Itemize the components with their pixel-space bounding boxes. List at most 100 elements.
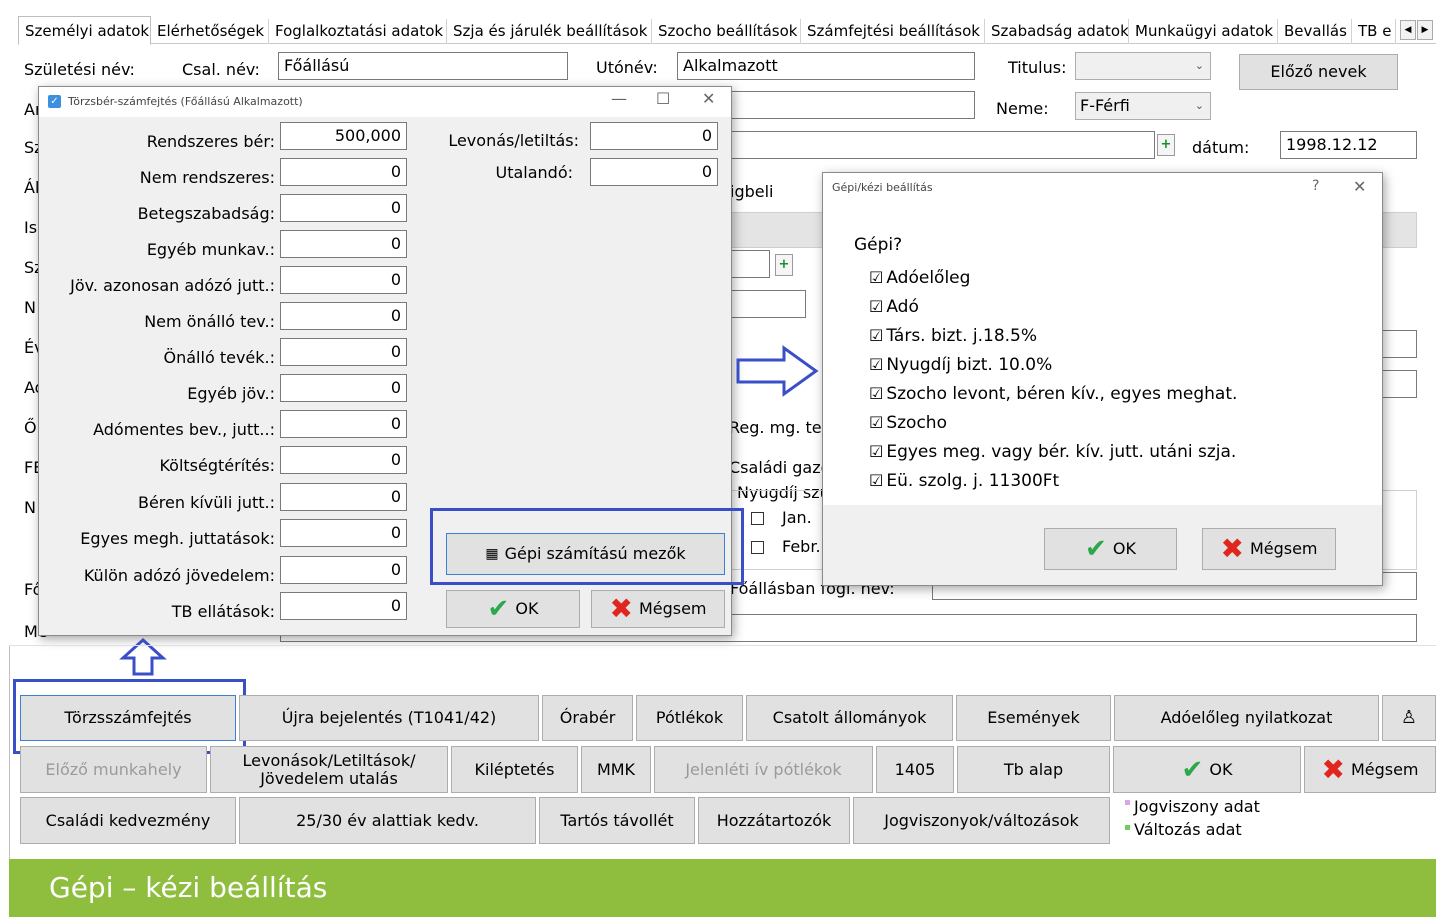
checkbox-checked-icon[interactable]: ☑ <box>869 297 883 316</box>
tab-scroll-right-icon[interactable]: ▶ <box>1417 20 1433 40</box>
gepi-checkbox-item[interactable]: ☑ Nyugdíj bizt. 10.0% <box>869 355 1052 375</box>
torzsber-row-input[interactable]: 0 <box>280 556 407 584</box>
torzsber-row-input[interactable]: 0 <box>280 230 407 258</box>
checkbox-checked-icon[interactable]: ☑ <box>869 268 883 287</box>
torzsber-row-input[interactable]: 0 <box>280 158 407 186</box>
tab-munkaugyi[interactable]: Munkaügyi adatok <box>1129 19 1278 44</box>
csaladi-kedvezmeny-button[interactable]: Családi kedvezmény <box>20 797 236 844</box>
tab-elerhetosegek[interactable]: Elérhetőségek <box>151 19 269 44</box>
jelenleti-iv-potlekok-button[interactable]: Jelenléti ív pótlékok <box>654 746 873 793</box>
datum-input[interactable]: 1998.12.12 <box>1280 131 1417 159</box>
torzsber-row-input[interactable]: 500,000 <box>280 122 407 150</box>
checkbox-checked-icon[interactable]: ☑ <box>869 442 883 461</box>
tab-szemelyi-adatok[interactable]: Személyi adatok <box>18 16 151 45</box>
add-plus-icon[interactable]: + <box>1157 134 1175 156</box>
background-input-row6[interactable] <box>730 290 806 318</box>
close-icon[interactable]: ✕ <box>1353 177 1366 196</box>
checkbox-checked-icon[interactable]: ☑ <box>869 326 883 345</box>
levonas-input[interactable]: 0 <box>590 122 718 150</box>
oraber-button[interactable]: Órabér <box>542 695 633 741</box>
torzsber-row-input[interactable]: 0 <box>280 519 407 547</box>
tartos-tavollet-button[interactable]: Tartós távollét <box>539 797 695 844</box>
background-input-right2[interactable] <box>1380 370 1417 398</box>
torzsber-row-input[interactable]: 0 <box>280 266 407 294</box>
gepi-checkbox-item[interactable]: ☑ Adó <box>869 297 919 317</box>
tab-foglalkoztatasi-adatok[interactable]: Foglalkoztatási adatok <box>269 19 447 44</box>
background-input-row3[interactable] <box>730 131 1155 159</box>
gepi-ok-button[interactable]: ✔ OK <box>1044 528 1177 570</box>
utalando-input[interactable]: 0 <box>590 158 718 186</box>
tab-tb[interactable]: TB e <box>1352 19 1396 44</box>
torzsber-row-input[interactable]: 0 <box>280 592 407 620</box>
gepi-checkbox-label: Nyugdíj bizt. 10.0% <box>886 355 1053 375</box>
jan-checkbox[interactable] <box>751 512 764 525</box>
25-30-ev-alattiak-button[interactable]: 25/30 év alattiak kedv. <box>239 797 536 844</box>
left-border-line <box>9 645 10 859</box>
hozzatartozok-button[interactable]: Hozzátartozók <box>698 797 850 844</box>
esemenyek-button[interactable]: Események <box>956 695 1111 741</box>
checkbox-checked-icon[interactable]: ☑ <box>869 413 883 432</box>
torzsber-megsem-button[interactable]: ✖ Mégsem <box>591 590 725 628</box>
gepi-checkbox-item[interactable]: ☑ Adóelőleg <box>869 268 970 288</box>
background-small-input[interactable] <box>730 250 770 278</box>
csal-nev-input[interactable]: Főállású <box>278 52 568 80</box>
person-icon[interactable]: ♙ <box>1382 695 1436 741</box>
torzsszamfejtes-button[interactable]: Törzsszámfejtés <box>20 695 236 741</box>
help-icon[interactable]: ? <box>1312 178 1319 194</box>
gepi-checkbox-item[interactable]: ☑ Társ. bizt. j.18.5% <box>869 326 1037 346</box>
background-input-right1[interactable] <box>1380 330 1417 358</box>
torzsber-row-input[interactable]: 0 <box>280 410 407 438</box>
tab-szabadsag[interactable]: Szabadság adatok <box>985 19 1129 44</box>
gepi-checkbox-item[interactable]: ☑ Egyes meg. vagy bér. kív. jutt. utáni s… <box>869 442 1236 462</box>
utonev-input[interactable]: Alkalmazott <box>677 52 975 80</box>
maximize-icon[interactable]: ☐ <box>656 89 670 108</box>
torzsber-row-input[interactable]: 0 <box>280 194 407 222</box>
gepi-checkbox-item[interactable]: ☑ Eü. szolg. j. 11300Ft <box>869 471 1059 491</box>
tab-scroll-left-icon[interactable]: ◀ <box>1400 20 1416 40</box>
torzsber-row-input[interactable]: 0 <box>280 338 407 366</box>
main-ok-button[interactable]: ✔ OK <box>1113 746 1301 793</box>
torzsber-row-input[interactable]: 0 <box>280 302 407 330</box>
gepi-megsem-button[interactable]: ✖ Mégsem <box>1202 528 1336 570</box>
potlekok-button[interactable]: Pótlékok <box>636 695 743 741</box>
side-letter: Ő <box>24 418 37 437</box>
torzsber-row-input[interactable]: 0 <box>280 374 407 402</box>
tab-szja-jarulek[interactable]: Szja és járulék beállítások <box>447 19 652 44</box>
gepi-checkbox-item[interactable]: ☑ Szocho levont, béren kív., egyes meghat… <box>869 384 1237 404</box>
torzsber-row-input[interactable]: 0 <box>280 483 407 511</box>
gepi-titlebar: Gépi/kézi beállítás ? ✕ <box>823 173 1382 203</box>
checkbox-checked-icon[interactable]: ☑ <box>869 355 883 374</box>
elozo-munkahely-button[interactable]: Előző munkahely <box>20 746 207 793</box>
torzsber-row-input[interactable]: 0 <box>280 446 407 474</box>
adoeloleg-nyilatkozat-button[interactable]: Adóelőleg nyilatkozat <box>1114 695 1379 741</box>
tab-szamfejtesi[interactable]: Számfejtési beállítások <box>801 19 985 44</box>
neme-select[interactable]: F-Férfi ⌄ <box>1075 92 1211 120</box>
torzsber-title: Törzsbér-számfejtés (Főállású Alkalmazot… <box>68 95 303 108</box>
csatolt-allomanyok-button[interactable]: Csatolt állományok <box>746 695 953 741</box>
elozo-nevek-button[interactable]: Előző nevek <box>1239 54 1398 90</box>
jogviszonyok-valtozasok-button[interactable]: Jogviszonyok/változások <box>853 797 1110 844</box>
tab-szocho[interactable]: Szocho beállítások <box>652 19 801 44</box>
ujra-bejelentes-button[interactable]: Újra bejelentés (T1041/42) <box>239 695 539 741</box>
torzsber-ok-button[interactable]: ✔ OK <box>446 590 580 628</box>
main-megsem-button[interactable]: ✖ Mégsem <box>1304 746 1436 793</box>
datum-label: dátum: <box>1192 138 1250 157</box>
kileptetes-button[interactable]: Kiléptetés <box>451 746 578 793</box>
titulus-select[interactable]: ⌄ <box>1075 52 1211 80</box>
febr-checkbox[interactable] <box>751 541 764 554</box>
background-input-row2[interactable] <box>730 91 975 119</box>
close-icon[interactable]: ✕ <box>702 89 715 108</box>
checkbox-checked-icon[interactable]: ☑ <box>869 384 883 403</box>
gepi-checkbox-item[interactable]: ☑ Szocho <box>869 413 947 433</box>
levonasok-button[interactable]: Levonások/Letiltások/ Jövedelem utalás <box>210 746 448 793</box>
gepi-heading: Gépi? <box>854 235 903 255</box>
csal-nev-label: Csal. név: <box>182 60 260 79</box>
tb-alap-button[interactable]: Tb alap <box>957 746 1110 793</box>
mmk-button[interactable]: MMK <box>581 746 651 793</box>
checkbox-checked-icon[interactable]: ☑ <box>869 471 883 490</box>
gepi-checkbox-label: Szocho <box>886 413 947 433</box>
add-plus-icon[interactable]: + <box>775 254 793 276</box>
tab-bevallas[interactable]: Bevallás <box>1278 19 1352 44</box>
button-1405[interactable]: 1405 <box>876 746 954 793</box>
minimize-icon[interactable]: — <box>611 89 627 108</box>
